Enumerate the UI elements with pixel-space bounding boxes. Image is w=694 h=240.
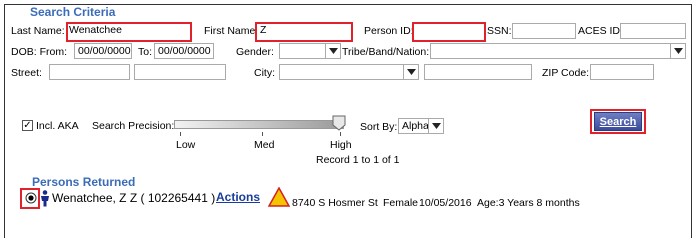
chevron-down-icon[interactable]: [670, 44, 685, 58]
person-dob: 10/05/2016: [419, 197, 472, 209]
precision-tick-med: Med: [254, 139, 275, 151]
sort-by-select[interactable]: Alpha: [398, 118, 444, 134]
search-button-highlight: [590, 109, 646, 134]
tick-high: [340, 132, 341, 136]
precision-tick-low: Low: [176, 139, 196, 151]
tick-med: [262, 132, 263, 136]
warning-icon: [268, 187, 290, 207]
chevron-down-icon[interactable]: [428, 119, 443, 133]
first-name-label: First Name:: [204, 25, 259, 37]
last-name-highlight: [66, 22, 192, 42]
search-criteria-title: Search Criteria: [30, 5, 116, 19]
city-select[interactable]: [279, 64, 419, 80]
aces-id-input[interactable]: [620, 23, 686, 39]
dob-from-label: DOB: From:: [11, 46, 68, 58]
gender-label: Gender:: [236, 46, 274, 58]
tick-low: [180, 132, 181, 136]
incl-aka-checkbox[interactable]: ✓: [22, 120, 33, 131]
gender-select[interactable]: [279, 43, 341, 59]
slider-thumb-icon[interactable]: [332, 115, 346, 131]
person-name: Wenatchee, Z Z ( 102265441 ): [52, 191, 216, 205]
sort-by-label: Sort By:: [360, 121, 398, 133]
tribe-label: Tribe/Band/Nation:: [342, 46, 430, 58]
checkmark-icon: ✓: [23, 120, 32, 131]
street-name-input[interactable]: [134, 64, 226, 80]
city-label: City:: [254, 67, 275, 79]
person-icon: [41, 190, 49, 207]
person-age: Age:3 Years 8 months: [477, 197, 580, 209]
person-address: 8740 S Hosmer St: [292, 197, 378, 209]
street-label: Street:: [11, 67, 42, 79]
person-id-highlight: [412, 22, 486, 42]
street-number-input[interactable]: [49, 64, 130, 80]
dob-to-label: To:: [138, 46, 153, 58]
record-info: Record 1 to 1 of 1: [316, 154, 400, 166]
person-gender: Female: [383, 197, 419, 209]
precision-label: Search Precision:: [92, 120, 175, 132]
incl-aka-label: Incl. AKA: [36, 120, 79, 132]
person-id-label: Person ID:: [364, 25, 414, 37]
zip-label: ZIP Code:: [542, 67, 590, 79]
precision-slider[interactable]: [174, 120, 344, 129]
aces-id-label: ACES ID:: [578, 25, 623, 37]
sort-by-value: Alpha: [402, 120, 429, 132]
ssn-input[interactable]: [512, 23, 576, 39]
persons-returned-title: Persons Returned: [32, 175, 136, 189]
chevron-down-icon[interactable]: [403, 65, 418, 79]
first-name-highlight: [255, 22, 353, 42]
radio-highlight: [20, 188, 40, 209]
actions-link[interactable]: Actions: [216, 190, 260, 204]
zip-input[interactable]: [590, 64, 654, 80]
chevron-down-icon[interactable]: [325, 44, 340, 58]
city-text-input[interactable]: [424, 64, 532, 80]
dob-from-input[interactable]: 00/00/0000: [74, 43, 132, 59]
dob-to-input[interactable]: 00/00/0000: [154, 43, 214, 59]
precision-tick-high: High: [330, 139, 352, 151]
last-name-label: Last Name:: [11, 25, 65, 37]
tribe-select[interactable]: [430, 43, 686, 59]
ssn-label: SSN:: [487, 25, 512, 37]
